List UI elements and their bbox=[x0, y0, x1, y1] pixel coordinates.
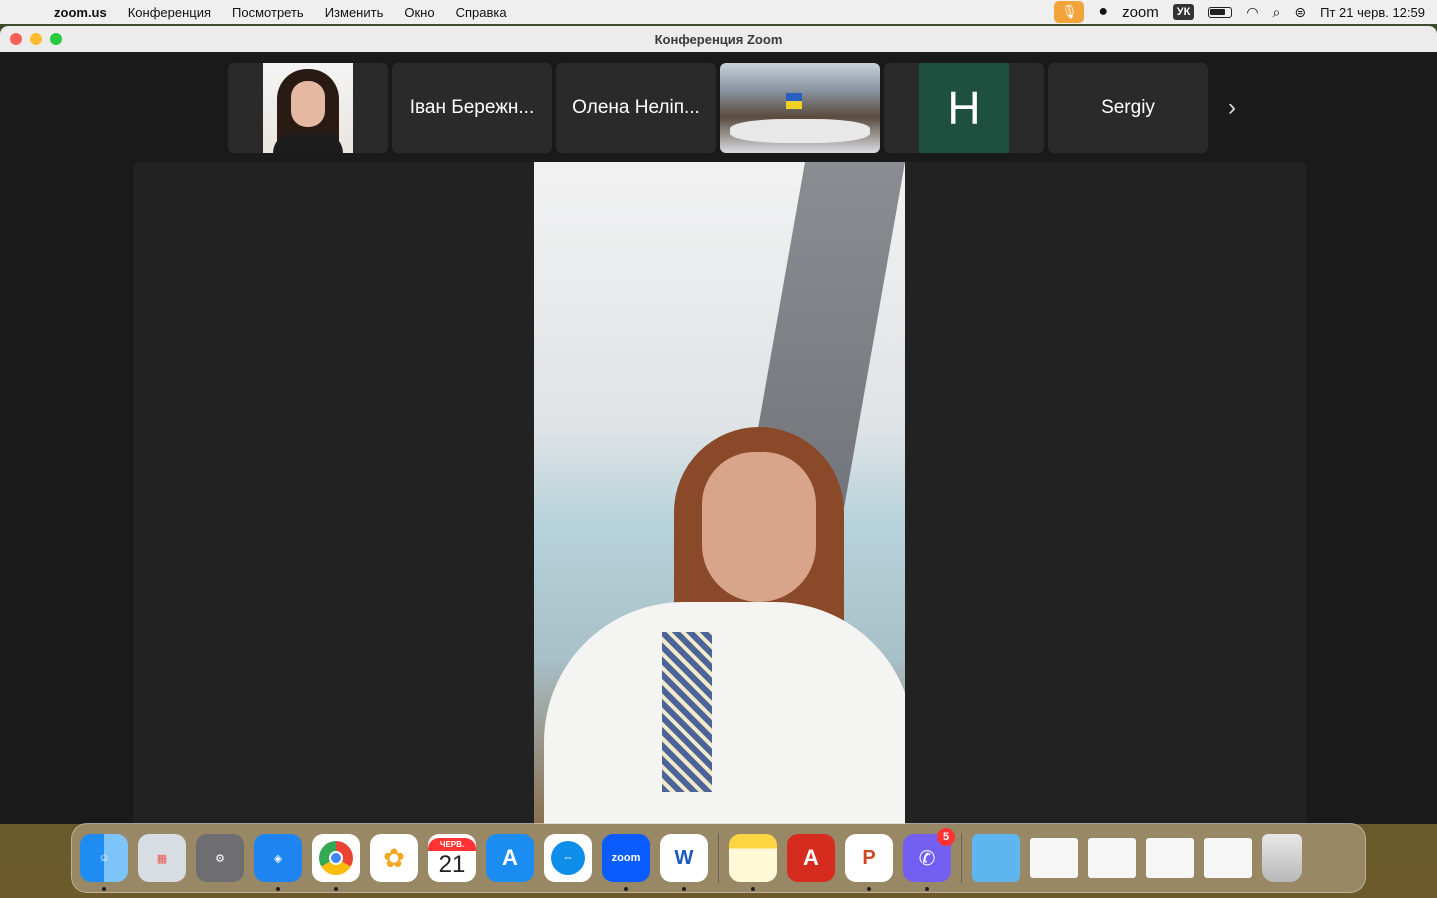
participant-video-photo bbox=[263, 63, 353, 153]
wifi-icon[interactable]: ◠ bbox=[1246, 4, 1258, 21]
calendar-icon[interactable]: ЧЕРВ. 21 bbox=[428, 834, 476, 882]
teamviewer-icon[interactable]: ⇔ bbox=[544, 834, 592, 882]
close-window-button[interactable] bbox=[10, 33, 22, 45]
powerpoint-icon[interactable]: P bbox=[845, 834, 893, 891]
app-menu[interactable]: zoom.us bbox=[54, 5, 107, 20]
participant-name: Sergiy bbox=[1101, 97, 1155, 118]
app-store-icon[interactable]: A bbox=[486, 834, 534, 882]
word-document-thumbnail[interactable] bbox=[1088, 834, 1136, 882]
minimize-window-button[interactable] bbox=[30, 33, 42, 45]
launchpad-icon[interactable]: ▦ bbox=[138, 834, 186, 882]
dock-separator bbox=[718, 833, 719, 883]
participant-tile-5[interactable]: H bbox=[884, 63, 1044, 153]
viber-status-icon[interactable]: ● bbox=[1098, 3, 1108, 21]
word-icon[interactable]: W bbox=[660, 834, 708, 891]
photos-icon[interactable]: ✿ bbox=[370, 834, 418, 882]
viber-icon[interactable]: ✆ 5 bbox=[903, 828, 955, 891]
calendar-month: ЧЕРВ. bbox=[428, 837, 476, 851]
zoom-status-menu[interactable]: zoom bbox=[1122, 4, 1159, 21]
safari-icon[interactable]: ◈ bbox=[254, 834, 302, 891]
menu-edit[interactable]: Изменить bbox=[325, 5, 384, 20]
participant-avatar: H bbox=[919, 63, 1009, 153]
microphone-status-icon[interactable]: 🎙 bbox=[1054, 1, 1085, 23]
zoom-document-thumbnail[interactable] bbox=[1204, 834, 1252, 882]
notes-icon[interactable] bbox=[729, 834, 777, 891]
zoom-window: Конференция Zoom Іван Бережн... Олена Не… bbox=[0, 26, 1437, 824]
folder-icon[interactable] bbox=[972, 834, 1020, 882]
window-titlebar[interactable]: Конференция Zoom bbox=[0, 26, 1437, 52]
participant-strip: Іван Бережн... Олена Неліп... H Sergiy › bbox=[228, 63, 1252, 153]
participant-tile-3[interactable]: Олена Неліп... bbox=[556, 63, 716, 153]
participant-tile-4[interactable] bbox=[720, 63, 880, 153]
spotlight-search-icon[interactable]: ⌕ bbox=[1273, 4, 1281, 21]
menu-bar: zoom.us Конференция Посмотреть Изменить … bbox=[0, 0, 1437, 24]
menu-window[interactable]: Окно bbox=[404, 5, 434, 20]
zoom-app-icon[interactable]: zoom bbox=[602, 834, 650, 891]
menubar-clock[interactable]: Пт 21 черв. 12:59 bbox=[1320, 5, 1425, 20]
powerpoint-document-thumbnail[interactable] bbox=[1030, 834, 1078, 882]
menu-view[interactable]: Посмотреть bbox=[232, 5, 304, 20]
word-document-thumbnail-2[interactable] bbox=[1146, 834, 1194, 882]
dock: ☺ ▦ ⚙ ◈ ✿ ЧЕРВ. 21 A ⇔ zoom W A P ✆ 5 bbox=[71, 823, 1366, 893]
active-speaker-video bbox=[534, 162, 905, 824]
fullscreen-window-button[interactable] bbox=[50, 33, 62, 45]
active-speaker-stage bbox=[133, 162, 1306, 824]
trash-icon[interactable] bbox=[1262, 834, 1302, 882]
participant-name: Олена Неліп... bbox=[572, 97, 700, 118]
viber-notification-badge: 5 bbox=[937, 828, 955, 846]
menu-help[interactable]: Справка bbox=[456, 5, 507, 20]
system-settings-icon[interactable]: ⚙ bbox=[196, 834, 244, 882]
acrobat-icon[interactable]: A bbox=[787, 834, 835, 882]
chrome-icon[interactable] bbox=[312, 834, 360, 891]
control-center-icon[interactable]: ⊜ bbox=[1294, 4, 1306, 21]
next-page-chevron-icon[interactable]: › bbox=[1212, 63, 1252, 153]
input-source-menu[interactable]: УК bbox=[1172, 4, 1195, 20]
window-title: Конференция Zoom bbox=[654, 31, 783, 47]
participant-video-room bbox=[720, 63, 880, 153]
participant-name: Іван Бережн... bbox=[409, 97, 535, 118]
dock-separator bbox=[961, 833, 962, 883]
calendar-day: 21 bbox=[438, 850, 466, 878]
participant-tile-1[interactable] bbox=[228, 63, 388, 153]
menu-conference[interactable]: Конференция bbox=[128, 5, 211, 20]
battery-icon[interactable] bbox=[1208, 6, 1233, 18]
finder-icon[interactable]: ☺ bbox=[80, 834, 128, 891]
participant-tile-2[interactable]: Іван Бережн... bbox=[392, 63, 552, 153]
participant-tile-6[interactable]: Sergiy bbox=[1048, 63, 1208, 153]
